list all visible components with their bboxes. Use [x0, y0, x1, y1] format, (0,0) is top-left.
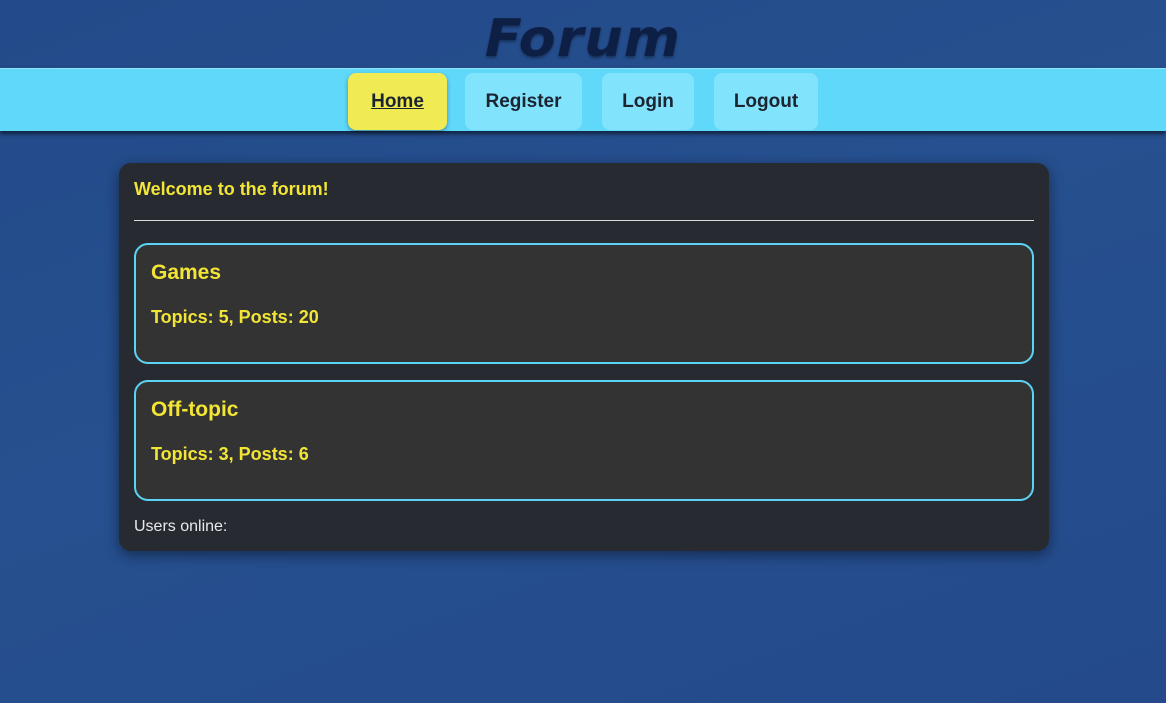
users-online-label: Users online: [134, 518, 228, 535]
category-stats: Topics: 5, Posts: 20 [151, 307, 319, 327]
nav-home-button[interactable]: Home [348, 73, 447, 130]
nav-logout-button[interactable]: Logout [714, 73, 818, 130]
forum-panel: Welcome to the forum! Games Topics: 5, P… [119, 163, 1049, 551]
main-navbar: Home Register Login Logout [0, 68, 1166, 131]
site-logo: Forum [484, 8, 682, 69]
nav-register-button[interactable]: Register [465, 73, 582, 130]
welcome-heading: Welcome to the forum! [134, 179, 329, 199]
category-title[interactable]: Off-topic [151, 398, 238, 422]
category-card-off-topic[interactable]: Off-topic Topics: 3, Posts: 6 [134, 380, 1034, 501]
category-stats: Topics: 3, Posts: 6 [151, 444, 309, 464]
category-title[interactable]: Games [151, 261, 221, 285]
divider [134, 220, 1034, 221]
category-card-games[interactable]: Games Topics: 5, Posts: 20 [134, 243, 1034, 364]
nav-login-button[interactable]: Login [602, 73, 694, 130]
